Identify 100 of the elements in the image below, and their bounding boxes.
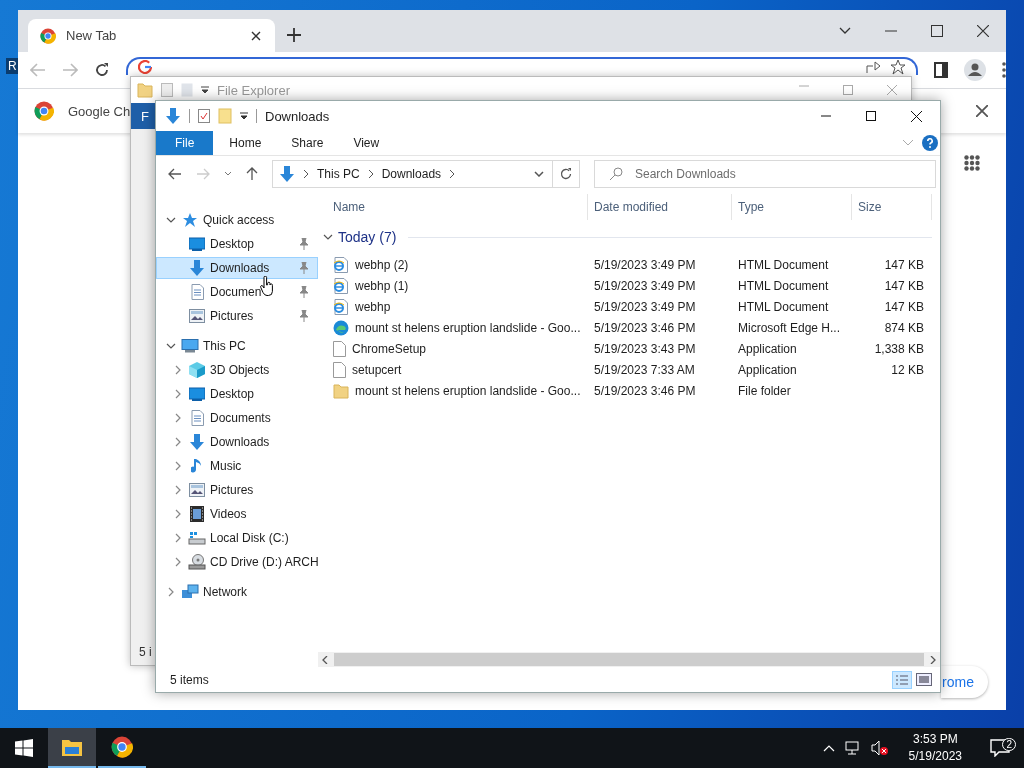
chevron-right-icon [303,170,309,178]
details-view-icon[interactable] [892,670,912,689]
search-field[interactable]: Search Downloads [594,160,936,188]
clock-date[interactable]: 5/19/2023 [908,748,962,765]
ribbon-tab[interactable]: Home [215,131,276,155]
breadcrumb-item[interactable]: This PC [317,167,360,181]
nav-item[interactable]: Pictures [156,305,318,327]
nav-item[interactable]: Documents [156,407,318,429]
column-header[interactable]: Date modified [588,194,732,220]
chevron-right-icon [449,170,456,178]
nav-item[interactable]: CD Drive (D:) ARCH [156,551,332,573]
file-name[interactable]: ChromeSetup [352,341,427,356]
file-name[interactable]: setupcert [352,362,402,377]
notifications-icon[interactable] [990,739,1010,757]
show-hidden-icons-icon[interactable] [822,744,835,752]
ribbon-tab[interactable]: Share [277,131,338,155]
nav-item[interactable]: Downloads [156,431,318,453]
file-name[interactable]: webhp (2) [355,257,409,272]
nav-item[interactable]: Desktop [156,233,318,255]
file-name[interactable]: mount st helens eruption landslide - Goo... [355,383,581,398]
breadcrumb-item[interactable]: Downloads [381,167,442,181]
nav-item[interactable]: Documen [156,281,318,303]
reload-icon[interactable] [94,62,110,78]
side-panel-icon[interactable] [934,62,948,78]
more-menu-icon[interactable] [1002,62,1006,78]
network-icon[interactable] [844,740,861,756]
chrome-icon [111,736,133,758]
pin-icon [299,310,309,322]
nav-item[interactable]: Downloads [156,257,318,279]
file-type: Application [738,341,797,356]
nav-item[interactable]: Network [156,581,318,603]
monitor-icon [189,387,205,401]
file-type: Application [738,362,797,377]
muted-speaker-icon[interactable] [870,740,889,756]
column-header[interactable]: Type [732,194,852,220]
web-document-icon [333,277,349,294]
dropdown-icon [201,86,209,94]
pin-icon [299,262,309,274]
column-header[interactable]: Name [327,194,588,220]
clock-time[interactable]: 3:53 PM [912,731,958,748]
maximize-icon[interactable] [931,25,943,37]
refresh-icon[interactable] [560,168,572,180]
bookmark-star-icon[interactable] [890,59,906,75]
close-icon[interactable] [977,25,989,37]
file-type: HTML Document [738,278,829,293]
file-size: 147 KB [884,278,924,293]
blank-file-icon [333,340,346,357]
new-tab-icon[interactable] [287,28,301,42]
close-icon[interactable] [251,30,261,41]
status-text: 5 i [139,645,152,659]
nav-item[interactable]: This PC [156,335,318,357]
taskbar-app-button[interactable] [48,728,96,768]
window-title: File Explorer [217,82,290,98]
column-header[interactable]: Size [852,194,932,220]
nav-item[interactable]: Quick access [156,209,318,231]
nav-item[interactable]: Music [156,455,318,477]
close-icon[interactable] [976,105,988,117]
music-note-icon [191,458,203,474]
network-icon [181,584,199,600]
status-text: 5 items [170,672,209,687]
file-size: 12 KB [891,362,924,377]
notification-count: 2 [1002,738,1016,751]
large-icons-view-icon[interactable] [916,672,932,687]
file-name[interactable]: webhp [355,299,391,314]
address-bar[interactable]: This PC Downloads [272,160,580,188]
explorer-icon [137,82,153,98]
back-arrow-icon[interactable] [168,168,182,180]
start-icon[interactable] [15,739,33,757]
up-arrow-icon[interactable] [246,167,258,181]
monitor-icon [189,237,205,251]
horizontal-scrollbar[interactable] [318,652,940,667]
nav-item[interactable]: Pictures [156,479,318,501]
browser-tab[interactable]: New Tab [28,19,275,52]
apps-grid-icon[interactable] [964,155,980,171]
file-type: File folder [738,383,791,398]
file-name[interactable]: webhp (1) [355,278,409,293]
nav-item[interactable]: Desktop [156,383,318,405]
file-name[interactable]: mount st helens eruption landslide - Goo... [355,320,581,335]
customize-button[interactable]: rome [941,666,988,698]
recent-locations-icon[interactable] [224,171,232,177]
maximize-icon[interactable] [866,111,876,121]
address-dropdown-icon[interactable] [534,171,544,177]
nav-item[interactable]: Videos [156,503,318,525]
share-icon[interactable] [866,60,882,74]
document-icon [190,284,204,300]
ribbon-tab[interactable]: File [156,131,214,155]
date-modified: 5/19/2023 3:46 PM [594,383,696,398]
desktop-icon-label[interactable]: R [6,58,19,74]
nav-item[interactable]: 3D Objects [156,359,318,381]
help-icon[interactable] [922,135,938,151]
browser-icon [333,319,349,336]
group-header[interactable]: Today (7) [338,229,397,245]
drive-icon [188,531,206,545]
disc-drive-icon [188,554,206,570]
nav-item[interactable]: Local Disk (C:) [156,527,318,549]
profile-avatar-icon[interactable] [964,59,986,81]
close-icon[interactable] [911,110,922,122]
tab-search-icon[interactable] [839,27,851,35]
ribbon-tab[interactable]: View [339,131,394,155]
search-icon [609,167,623,181]
